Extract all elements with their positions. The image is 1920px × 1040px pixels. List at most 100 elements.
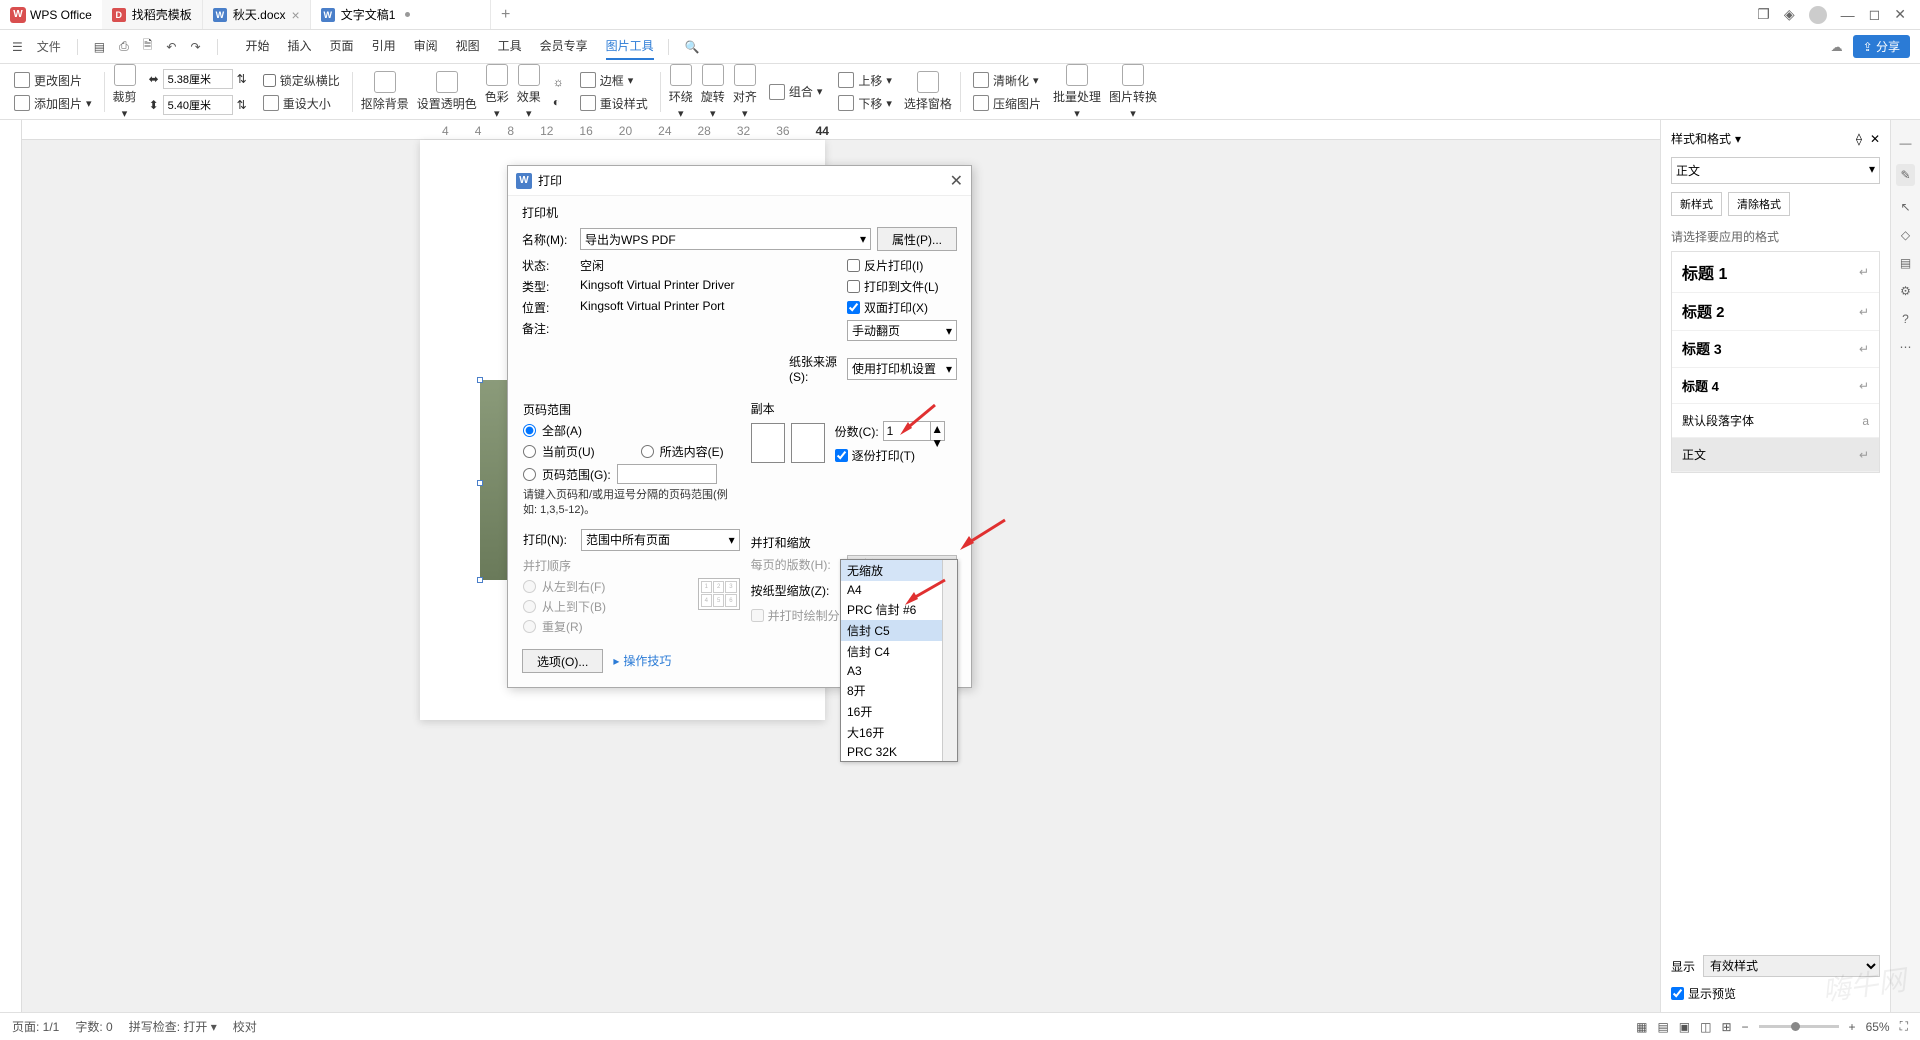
zoom-slider[interactable] [1759,1025,1839,1028]
clear-format-button[interactable]: 清除格式 [1728,192,1790,216]
tab-ref[interactable]: 引用 [372,33,396,60]
zoom-value[interactable]: 65% [1866,1020,1890,1034]
print-what-select[interactable]: 范围中所有页面▾ [581,529,740,551]
tab-member[interactable]: 会员专享 [540,33,588,60]
style-heading1[interactable]: 标题 1↵ [1672,252,1879,293]
copies-input[interactable] [883,421,931,441]
file-menu[interactable]: 文件 [35,38,63,55]
moveup-button[interactable]: 上移▾ [834,70,896,91]
range-pages-radio[interactable]: 页码范围(G): [523,464,740,484]
tab-review[interactable]: 审阅 [414,33,438,60]
cube-icon[interactable]: ◈ [1784,6,1795,23]
undo-icon[interactable]: ↶ [164,40,178,54]
set-trans-button[interactable]: 设置透明色 [417,71,477,112]
color-button[interactable]: 色彩▾ [485,64,509,120]
redo-icon[interactable]: ↷ [188,40,202,54]
contrast-button[interactable]: ◐ [549,93,568,111]
dd-item-prc32k[interactable]: PRC 32K [841,743,957,761]
dd-item-none[interactable]: 无缩放 [841,560,957,581]
minimize-icon[interactable]: — [1841,7,1855,23]
dd-item-8k[interactable]: 8开 [841,680,957,701]
word-count[interactable]: 字数: 0 [75,1018,112,1035]
tab-pictools[interactable]: 图片工具 [606,33,654,60]
printer-name-select[interactable]: 导出为WPS PDF▾ [580,228,871,250]
duplex-checkbox[interactable]: 双面打印(X) [847,299,957,316]
dialog-close-button[interactable]: ✕ [950,171,963,191]
zoom-out-icon[interactable]: − [1742,1020,1749,1034]
fullscreen-icon[interactable]: ⛶ [1900,1019,1908,1034]
print-to-file-checkbox[interactable]: 打印到文件(L) [847,278,957,295]
reverse-print-checkbox[interactable]: 反片打印(I) [847,257,957,274]
view-mode-icon[interactable]: ◫ [1700,1020,1711,1034]
share-button[interactable]: ⇪ 分享 [1853,35,1910,58]
style-default-font[interactable]: 默认段落字体a [1672,404,1879,438]
select-icon[interactable]: ↖ [1900,200,1910,214]
preview-icon[interactable]: 🗎 [141,36,155,57]
cloud-icon[interactable]: ☁ [1831,40,1843,54]
rotate-button[interactable]: 旋转▾ [701,64,725,120]
dd-item-a3[interactable]: A3 [841,662,957,680]
range-current-radio[interactable]: 当前页(U) [523,443,595,460]
shape-icon[interactable]: ◇ [1901,228,1910,242]
new-style-button[interactable]: 新样式 [1671,192,1722,216]
step-up-icon[interactable]: ▲ [931,422,944,436]
view-mode-icon[interactable]: ⊞ [1721,1020,1731,1034]
border-button[interactable]: 边框▾ [576,70,652,91]
print-icon[interactable]: ⎙ [117,39,131,54]
dd-item-c5[interactable]: 信封 C5 [841,620,957,641]
edit-icon[interactable]: ✎ [1896,164,1914,186]
howto-link[interactable]: ▸操作技巧 [613,652,671,669]
reset-style-button[interactable]: 重设样式 [576,93,652,114]
crop-button[interactable]: 裁剪▾ [113,64,137,120]
new-tab-button[interactable]: + [491,0,521,29]
maximize-icon[interactable]: ◻ [1869,6,1881,23]
effect-button[interactable]: 效果▾ [517,64,541,120]
view-mode-icon[interactable]: ▦ [1636,1020,1647,1034]
selection-pane-button[interactable]: 选择窗格 [904,71,952,112]
page-indicator[interactable]: 页面: 1/1 [12,1018,59,1035]
zoom-in-icon[interactable]: + [1849,1020,1856,1034]
tab-doc2[interactable]: W 文字文稿1 [311,0,491,29]
collate-checkbox[interactable]: 逐份打印(T) [835,447,945,464]
dd-item-a4[interactable]: A4 [841,581,957,599]
current-style-select[interactable]: 正文▾ [1671,157,1880,184]
properties-button[interactable]: 属性(P)... [877,227,957,251]
more-icon[interactable]: ⋯ [1900,340,1912,354]
close-icon[interactable]: × [292,7,300,23]
step-down-icon[interactable]: ▼ [931,436,944,450]
layers-icon[interactable]: ▤ [1900,256,1911,270]
window-restore-icon[interactable]: ❐ [1757,6,1770,23]
spellcheck-status[interactable]: 拼写检查: 打开 ▾ [129,1018,217,1035]
height-input[interactable] [163,95,233,115]
compress-button[interactable]: 压缩图片 [969,93,1045,114]
style-body[interactable]: 正文↵ [1672,438,1879,472]
dd-item-16k[interactable]: 16开 [841,701,957,722]
view-mode-icon[interactable]: ▤ [1657,1020,1668,1034]
change-picture-button[interactable]: 更改图片 [10,70,96,91]
tab-start[interactable]: 开始 [246,33,270,60]
page-range-input[interactable] [617,464,717,484]
copies-spinner[interactable]: ▲▼ [883,421,945,441]
movedown-button[interactable]: 下移▾ [834,93,896,114]
dd-item-prc6[interactable]: PRC 信封 #6 [841,599,957,620]
scale-dropdown[interactable]: 无缩放 A4 PRC 信封 #6 信封 C5 信封 C4 A3 8开 16开 大… [840,559,958,762]
view-mode-icon[interactable]: ▣ [1679,1020,1690,1034]
lock-ratio-checkbox[interactable]: 锁定纵横比 [259,70,344,91]
search-icon[interactable]: 🔍 [683,40,702,54]
tab-view[interactable]: 视图 [456,33,480,60]
style-heading3[interactable]: 标题 3↵ [1672,331,1879,368]
tab-template[interactable]: D 找稻壳模板 [102,0,203,29]
help-icon[interactable]: ? [1902,312,1909,326]
flip-select[interactable]: 手动翻页▾ [847,320,957,341]
dd-item-big16k[interactable]: 大16开 [841,722,957,743]
width-input[interactable] [163,69,233,89]
tab-tools[interactable]: 工具 [498,33,522,60]
tab-page[interactable]: 页面 [330,33,354,60]
combine-button[interactable]: 组合▾ [765,81,827,102]
settings-icon[interactable]: ⚙ [1900,284,1911,298]
dropdown-scrollbar[interactable] [942,560,957,761]
style-heading2[interactable]: 标题 2↵ [1672,293,1879,331]
stepper-icon[interactable]: ⇅ [237,72,247,86]
add-picture-button[interactable]: 添加图片 ▾ [10,93,96,114]
proofing-status[interactable]: 校对 [233,1018,257,1035]
